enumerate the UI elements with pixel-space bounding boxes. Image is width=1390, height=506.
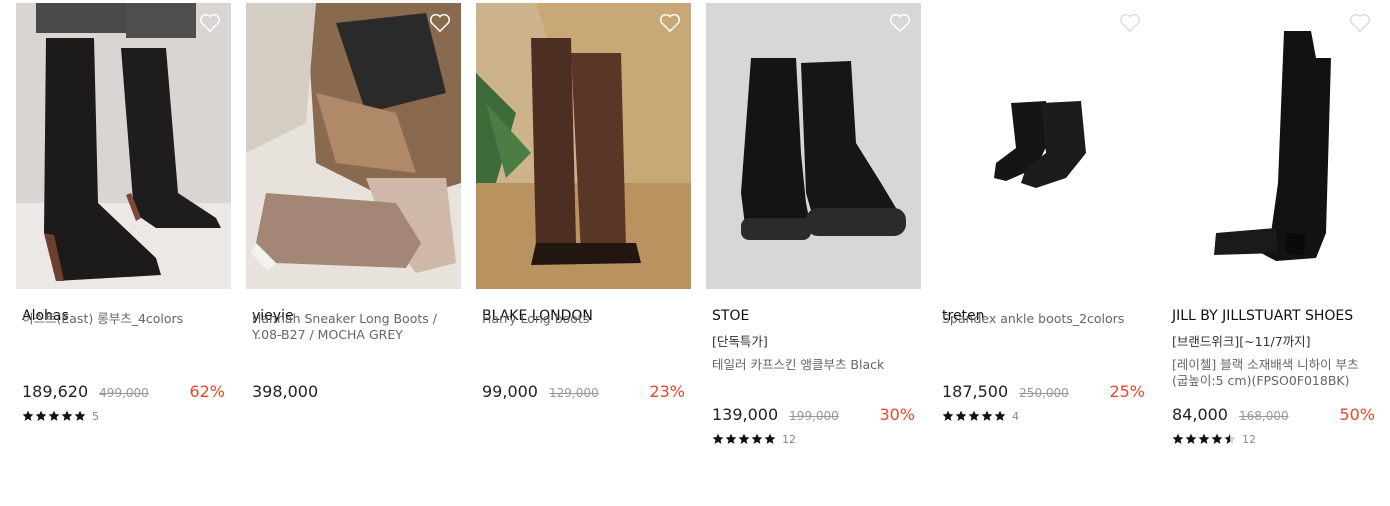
discount-rate: 50%	[1339, 405, 1375, 424]
product-name[interactable]: Harry Long boots	[482, 311, 685, 327]
boots-photo	[706, 3, 921, 289]
star-icon	[22, 410, 34, 421]
rating: 12	[1172, 431, 1381, 447]
heart-icon[interactable]	[1349, 13, 1371, 33]
product-name[interactable]: 테일러 카프스킨 앵클부츠 Black	[712, 357, 915, 373]
product-name[interactable]: Spandex ankle boots_2colors	[942, 311, 1145, 327]
review-count: 12	[782, 432, 796, 446]
boots-photo	[246, 3, 461, 289]
heart-icon[interactable]	[1119, 13, 1141, 33]
star-rating	[1172, 433, 1236, 445]
discount-rate: 25%	[1109, 382, 1145, 401]
rating: 4	[942, 408, 1151, 424]
star-icon	[751, 433, 763, 444]
boots-photo	[936, 3, 1151, 289]
heart-icon[interactable]	[659, 13, 681, 33]
star-rating	[712, 433, 776, 445]
product-image[interactable]	[1166, 3, 1381, 289]
discount-rate: 23%	[649, 382, 685, 401]
product-image[interactable]	[936, 3, 1151, 289]
product-card[interactable]: JILL BY JILLSTUART SHOES [브랜드위크][~11/7까지…	[1166, 3, 1381, 447]
star-icon	[74, 410, 86, 421]
product-image[interactable]	[16, 3, 231, 289]
star-icon	[1172, 433, 1184, 444]
star-rating	[942, 410, 1006, 422]
star-icon	[981, 410, 993, 421]
original-price: 129,000	[548, 386, 599, 400]
star-icon	[764, 433, 776, 444]
sale-price: 139,000	[712, 405, 779, 424]
product-image[interactable]	[706, 3, 921, 289]
heart-icon[interactable]	[889, 13, 911, 33]
star-icon	[738, 433, 750, 444]
sale-price: 187,500	[942, 382, 1009, 401]
rating: 12	[712, 431, 921, 447]
boots-photo	[16, 3, 231, 289]
discount-rate: 30%	[879, 405, 915, 424]
original-price: 250,000	[1019, 386, 1069, 400]
brand-name[interactable]: STOE	[712, 307, 921, 325]
star-icon	[1211, 433, 1223, 444]
star-icon	[955, 410, 967, 421]
star-icon	[968, 410, 980, 421]
star-icon	[942, 410, 954, 421]
sale-price: 398,000	[252, 382, 319, 401]
boots-photo	[1166, 3, 1381, 289]
star-icon	[725, 433, 737, 444]
review-count: 4	[1012, 409, 1019, 423]
product-grid: Alohas 이스트(East) 롱부츠_4colors 189,620 499…	[0, 0, 1390, 506]
product-tag: [브랜드위크][~11/7까지]	[1172, 334, 1311, 349]
boots-photo	[476, 3, 691, 289]
product-name[interactable]: Hannah Sneaker Long Boots / Y.08-B27 / M…	[252, 311, 455, 343]
product-image[interactable]	[476, 3, 691, 289]
product-card[interactable]: Alohas 이스트(East) 롱부츠_4colors 189,620 499…	[16, 3, 231, 424]
product-image[interactable]	[246, 3, 461, 289]
product-tag: [단독특가]	[712, 334, 768, 349]
star-icon	[61, 410, 73, 421]
heart-icon[interactable]	[429, 13, 451, 33]
star-icon	[712, 433, 724, 444]
original-price: 499,000	[99, 386, 149, 400]
product-card[interactable]: BLAKE LONDON Harry Long boots 99,000 129…	[476, 3, 691, 424]
original-price: 199,000	[789, 409, 839, 423]
sale-price: 84,000	[1172, 405, 1228, 424]
star-icon	[994, 410, 1006, 421]
original-price: 168,000	[1238, 409, 1289, 423]
heart-icon[interactable]	[199, 13, 221, 33]
sale-price: 189,620	[22, 382, 89, 401]
star-rating	[22, 410, 86, 422]
rating: 5	[22, 408, 231, 424]
star-icon	[1198, 433, 1210, 444]
product-name[interactable]: 이스트(East) 롱부츠_4colors	[22, 311, 225, 327]
brand-name[interactable]: JILL BY JILLSTUART SHOES	[1172, 307, 1381, 325]
product-card[interactable]: STOE [단독특가] 테일러 카프스킨 앵클부츠 Black 139,000 …	[706, 3, 921, 447]
product-name[interactable]: [레이첼] 블랙 소재배색 니하이 부츠(굽높이:5 cm)(FPSO0F018…	[1172, 357, 1375, 389]
sale-price: 99,000	[482, 382, 538, 401]
star-icon	[1224, 433, 1236, 444]
review-count: 12	[1242, 432, 1256, 446]
star-icon	[35, 410, 47, 421]
discount-rate: 62%	[189, 382, 225, 401]
star-icon	[48, 410, 60, 421]
review-count: 5	[92, 409, 99, 423]
product-card[interactable]: yieyie Hannah Sneaker Long Boots / Y.08-…	[246, 3, 461, 424]
product-card[interactable]: treten Spandex ankle boots_2colors 187,5…	[936, 3, 1151, 424]
star-icon	[1185, 433, 1197, 444]
